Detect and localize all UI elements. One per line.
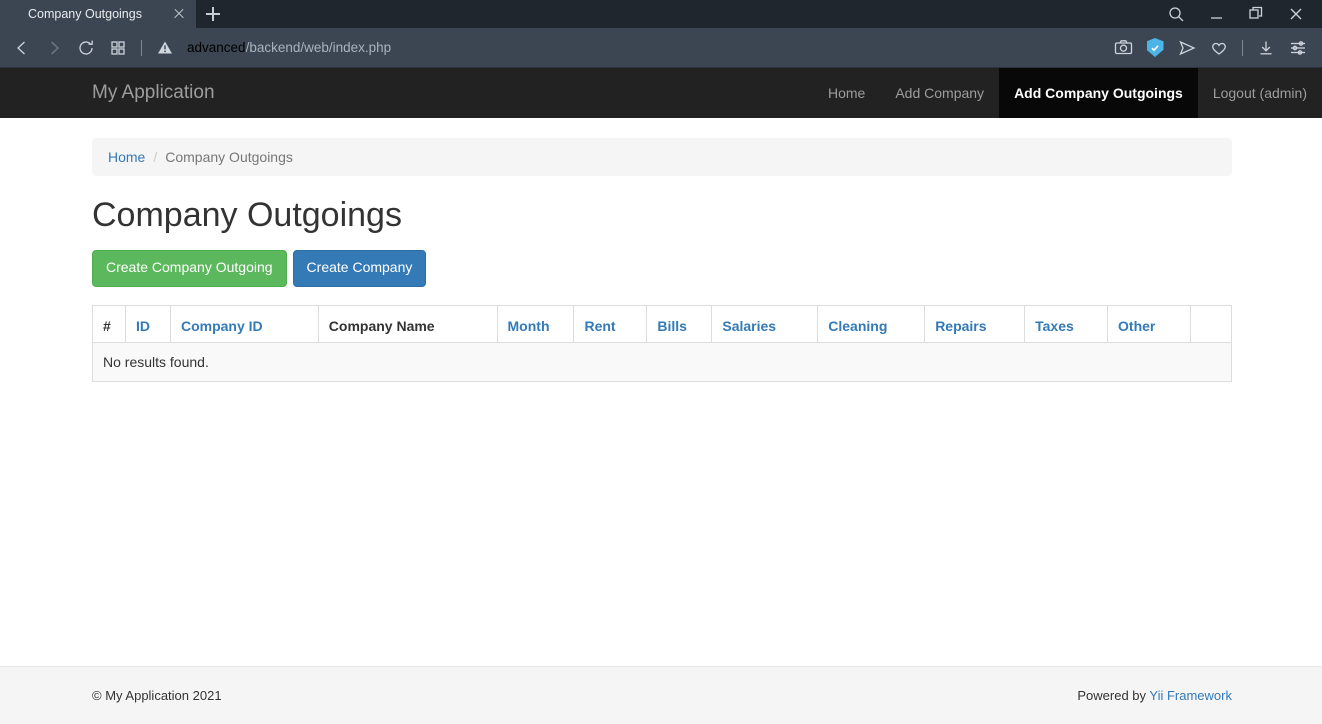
close-window-icon[interactable] [1276,0,1316,28]
url-path: /backend/web/index.php [245,40,392,55]
page-content: Home / Company Outgoings Company Outgoin… [92,118,1233,383]
tab-title: Company Outgoings [28,7,142,21]
table-body: No results found. [92,342,1232,383]
site-navbar: My Application Home Add Company Add Comp… [0,68,1322,118]
settings-sliders-icon[interactable] [1282,32,1314,64]
reload-icon[interactable] [70,32,102,64]
footer-powered-prefix: Powered by [1077,688,1150,703]
window-controls [1156,0,1322,28]
table-header-other[interactable]: Other [1107,305,1191,344]
new-tab-button[interactable] [196,0,230,28]
tab-strip: Company Outgoings [0,0,1322,28]
navbar-brand[interactable]: My Application [0,68,230,118]
back-icon[interactable] [6,32,38,64]
forward-icon[interactable] [38,32,70,64]
sort-link[interactable]: Salaries [722,318,776,334]
browser-chrome: Company Outgoings advanced /backend/web/… [0,0,1322,68]
minimize-icon[interactable] [1196,0,1236,28]
table-header-bills[interactable]: Bills [646,305,713,344]
outgoings-table: # ID Company ID Company Name Month Rent Bills S… [92,305,1233,383]
table-header-salaries[interactable]: Salaries [711,305,819,344]
table-head: # ID Company ID Company Name Month Rent Bills S… [92,305,1233,344]
sort-link[interactable]: ID [136,318,150,334]
nav-item-add-company-outgoings[interactable]: Add Company Outgoings [999,68,1198,118]
breadcrumb-home[interactable]: Home [108,149,145,165]
table-header-actions [1189,305,1233,344]
table-header-repairs[interactable]: Repairs [924,305,1026,344]
restore-icon[interactable] [1236,0,1276,28]
table-header-row: # ID Company ID Company Name Month Rent Bills S… [92,305,1233,344]
warning-triangle-icon[interactable] [149,32,181,64]
sort-link[interactable]: Cleaning [828,318,887,334]
heart-icon[interactable] [1203,32,1235,64]
page-icon [10,8,21,21]
breadcrumb-separator: / [153,149,158,165]
sort-link[interactable]: Repairs [935,318,986,334]
page-title: Company Outgoings [92,196,402,234]
create-company-button[interactable]: Create Company [292,250,427,288]
close-icon[interactable] [170,5,188,23]
sort-link[interactable]: Other [1118,318,1155,334]
site-footer: © My Application 2021 Powered by Yii Fra… [0,666,1322,724]
send-icon[interactable] [1171,32,1203,64]
plus-icon [206,7,220,21]
table-empty-row: No results found. [92,342,1232,383]
table-header-id[interactable]: ID [124,305,171,344]
table-header-month[interactable]: Month [496,305,575,344]
table-header-company-name: Company Name [317,305,498,344]
breadcrumb-current: Company Outgoings [165,149,293,165]
toolbar-actions [1107,32,1314,64]
nav-item-home[interactable]: Home [813,68,880,118]
empty-message: No results found. [92,342,1232,383]
table-header-cleaning[interactable]: Cleaning [817,305,926,344]
browser-tab[interactable]: Company Outgoings [0,0,196,28]
browser-toolbar: advanced/backend/web/index.php [0,28,1322,68]
apps-grid-icon[interactable] [102,32,134,64]
sort-link[interactable]: Month [508,318,550,334]
table-header-rent[interactable]: Rent [573,305,648,344]
search-icon[interactable] [1156,0,1196,28]
sort-link[interactable]: Taxes [1035,318,1074,334]
sort-link[interactable]: Company ID [181,318,263,334]
nav-item-logout[interactable]: Logout (admin) [1198,68,1322,118]
navbar-menu: Home Add Company Add Company Outgoings L… [813,68,1322,118]
table-header-company-id[interactable]: Company ID [169,305,319,344]
table-header-taxes[interactable]: Taxes [1024,305,1109,344]
nav-item-add-company[interactable]: Add Company [880,68,999,118]
sort-link[interactable]: Bills [657,318,687,334]
footer-copyright: © My Application 2021 [92,688,222,703]
yii-framework-link[interactable]: Yii Framework [1149,688,1232,703]
create-company-outgoing-button[interactable]: Create Company Outgoing [92,250,287,288]
download-icon[interactable] [1250,32,1282,64]
sort-link[interactable]: Rent [584,318,615,334]
table-header--: # [92,305,126,344]
camera-icon[interactable] [1107,32,1139,64]
address-bar[interactable]: advanced/backend/web/index.php [181,40,1107,55]
toolbar-divider [141,39,142,56]
url-host: advanced [187,40,246,55]
web-page: My Application Home Add Company Add Comp… [0,68,1322,724]
shield-check-icon[interactable] [1139,32,1171,64]
toolbar-divider-2 [1242,39,1243,56]
footer-powered-by: Powered by Yii Framework [1077,688,1232,703]
footer-inner: © My Application 2021 Powered by Yii Fra… [92,688,1232,703]
action-buttons: Create Company Outgoing Create Company [92,250,1232,288]
breadcrumb: Home / Company Outgoings [92,138,1232,176]
data-grid: # ID Company ID Company Name Month Rent Bills S… [92,305,1233,383]
